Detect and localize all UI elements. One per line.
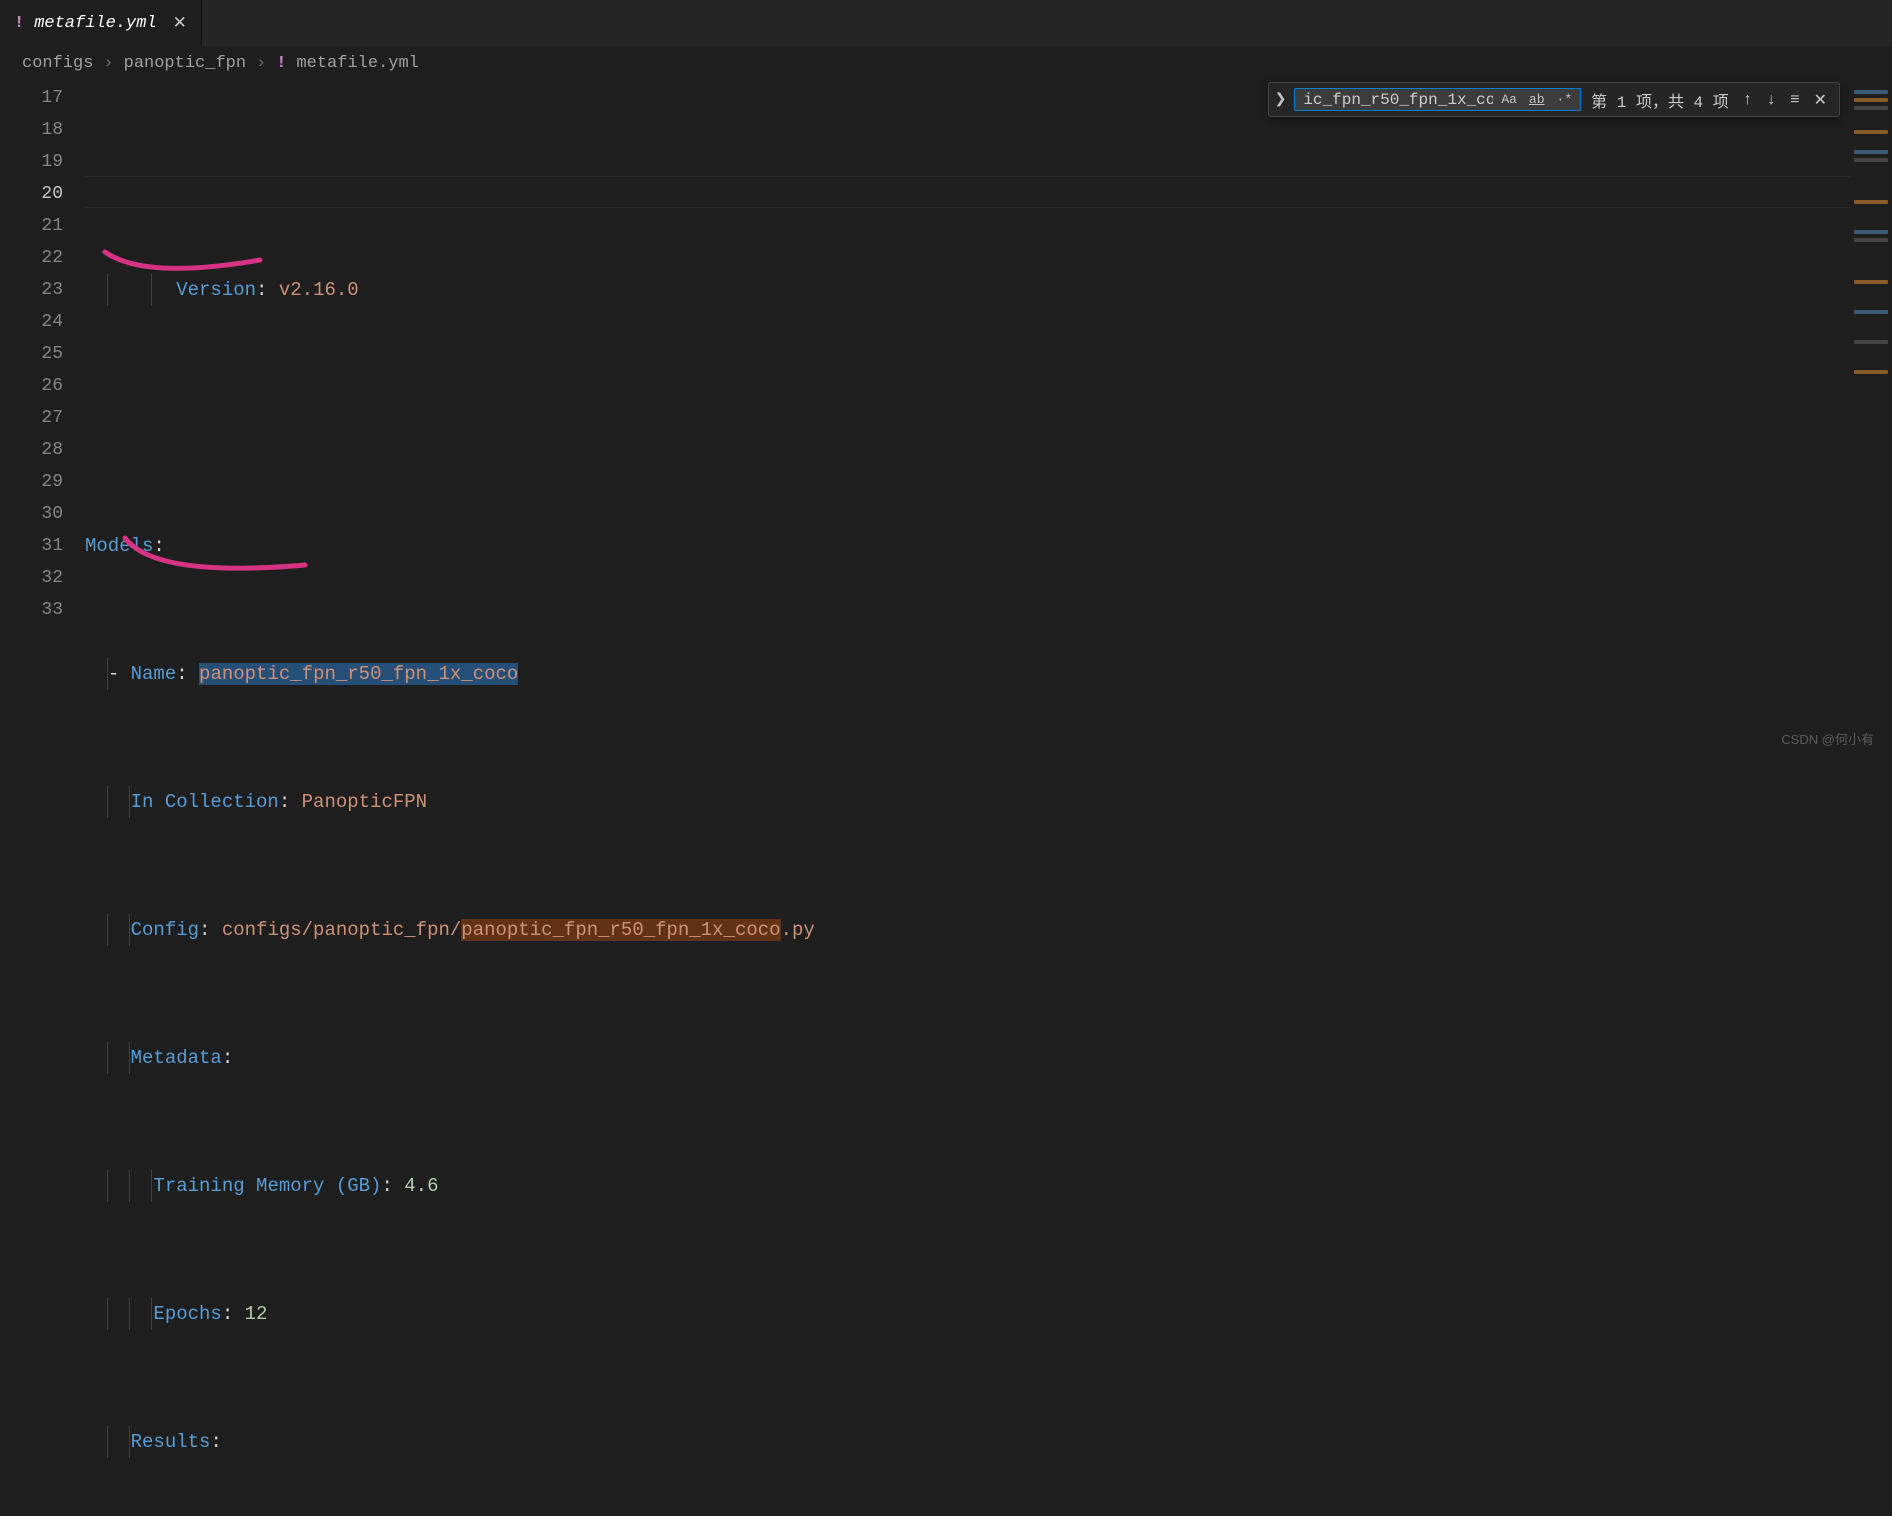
find-input[interactable] <box>1303 91 1493 109</box>
breadcrumb-file[interactable]: metafile.yml <box>296 54 418 73</box>
yaml-key: In Collection <box>131 791 279 813</box>
whole-word-toggle[interactable]: ab <box>1525 90 1549 109</box>
yaml-value: v2.16.0 <box>279 279 359 301</box>
yaml-key: Training Memory (GB) <box>153 1175 381 1197</box>
yaml-key: Metadata <box>131 1047 222 1069</box>
match-count: 第 1 项，共 4 项 <box>1587 88 1733 112</box>
match-case-toggle[interactable]: Aa <box>1497 90 1521 109</box>
yaml-value: PanopticFPN <box>302 791 427 813</box>
yaml-value-suffix: .py <box>781 919 815 941</box>
breadcrumb-part[interactable]: panoptic_fpn <box>124 54 246 73</box>
code-area[interactable]: Version: v2.16.0 Models: - Name: panopti… <box>85 80 1892 758</box>
breadcrumb-separator: › <box>103 54 113 73</box>
close-icon[interactable]: ✕ <box>173 13 187 34</box>
watermark: CSDN @何小有 <box>1781 729 1874 748</box>
yaml-icon: ! <box>276 54 286 73</box>
find-input-wrap: Aa ab ·* <box>1294 88 1581 111</box>
breadcrumb-separator: › <box>256 54 266 73</box>
yaml-value-prefix: configs/panoptic_fpn/ <box>222 919 461 941</box>
expand-replace-icon[interactable]: ❯ <box>1273 87 1289 112</box>
yaml-value: 4.6 <box>404 1175 438 1197</box>
editor-tab[interactable]: ! metafile.yml ✕ <box>0 0 202 46</box>
code-editor[interactable]: 17181920 2122232425 2627282930 313233 Ve… <box>0 80 1892 758</box>
prev-match-icon[interactable]: ↑ <box>1739 89 1757 111</box>
yaml-key: Models <box>85 535 153 557</box>
yaml-value: panoptic_fpn_r50_fpn_1x_coco <box>199 663 518 685</box>
minimap[interactable] <box>1850 80 1892 758</box>
yaml-key: Config <box>131 919 199 941</box>
yaml-value: 12 <box>245 1303 268 1325</box>
line-gutter: 17181920 2122232425 2627282930 313233 <box>0 80 85 758</box>
find-widget[interactable]: ❯ Aa ab ·* 第 1 项，共 4 项 ↑ ↓ ≡ ✕ <box>1268 82 1840 117</box>
yaml-key: Version <box>176 279 256 301</box>
tab-bar: ! metafile.yml ✕ <box>0 0 1892 46</box>
breadcrumb-part[interactable]: configs <box>22 54 93 73</box>
find-in-selection-icon[interactable]: ≡ <box>1786 89 1804 111</box>
yaml-key: Results <box>131 1431 211 1453</box>
yaml-key: Name <box>131 663 177 685</box>
next-match-icon[interactable]: ↓ <box>1762 89 1780 111</box>
yaml-key: Epochs <box>153 1303 221 1325</box>
close-find-icon[interactable]: ✕ <box>1810 88 1831 112</box>
search-match: panoptic_fpn_r50_fpn_1x_coco <box>461 919 780 941</box>
regex-toggle[interactable]: ·* <box>1553 90 1577 109</box>
tab-filename: metafile.yml <box>34 14 156 33</box>
breadcrumb[interactable]: configs › panoptic_fpn › ! metafile.yml <box>0 46 1892 80</box>
yaml-icon: ! <box>14 14 24 33</box>
